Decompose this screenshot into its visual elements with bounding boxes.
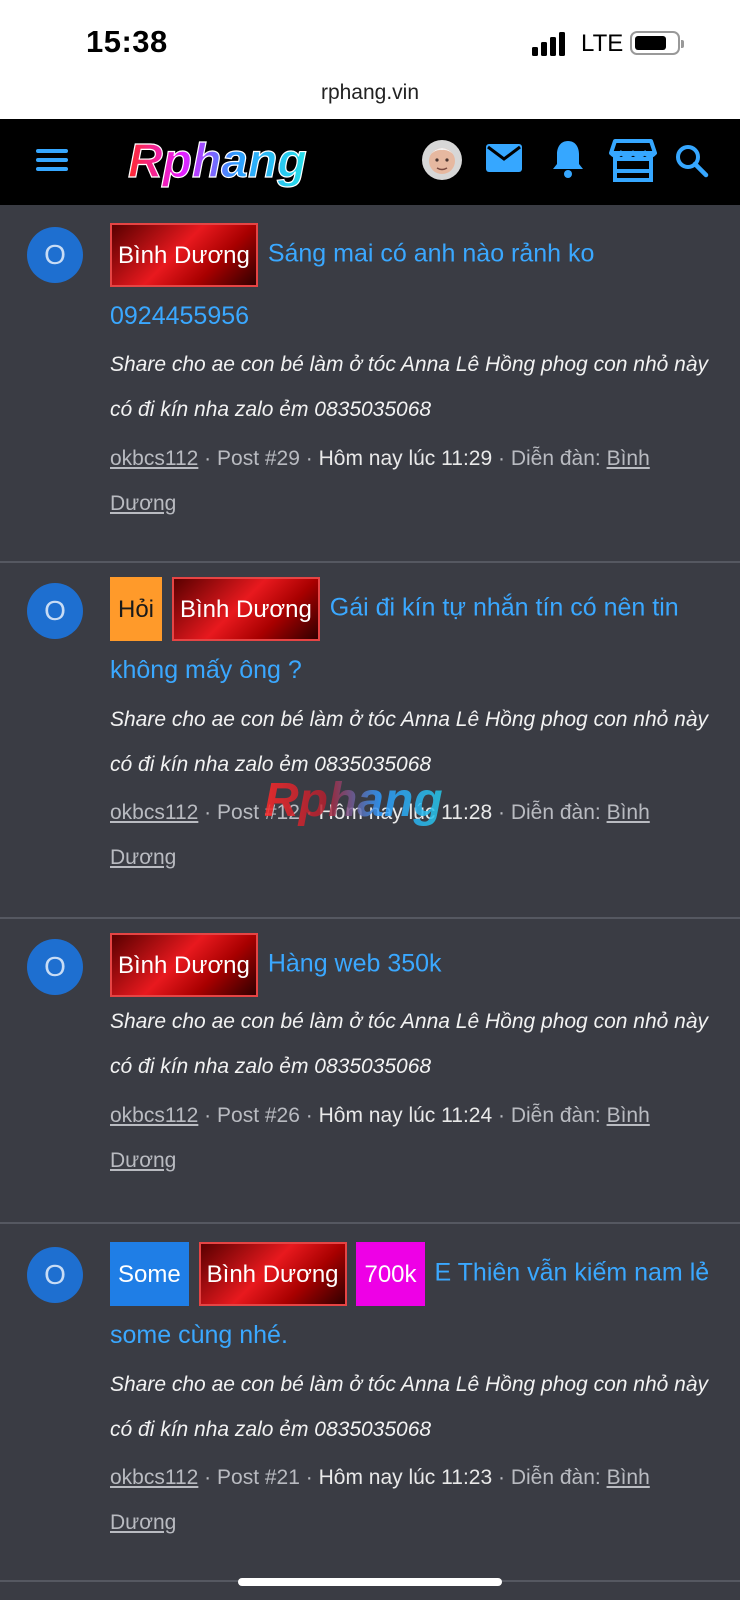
avatar-icon — [422, 140, 462, 180]
post-snippet: Share cho ae con bé làm ở tóc Anna Lê Hồ… — [110, 353, 708, 421]
post-item: O Bình Dương Sáng mai có anh nào rảnh ko… — [0, 205, 740, 563]
forum-label: Diễn đàn: — [510, 1104, 601, 1127]
post-time: Hôm nay lúc 11:29 — [318, 447, 493, 470]
post-title: Bình Dương Hàng web 350k — [110, 933, 720, 997]
signal-icon — [532, 30, 572, 56]
forum-label: Diễn đàn: — [510, 1466, 601, 1489]
forum-label: Diễn đàn: — [510, 447, 601, 470]
post-item: O Hỏi Bình Dương Gái đi kín tự nhắn tín … — [0, 565, 740, 919]
post-snippet: Share cho ae con bé làm ở tóc Anna Lê Hồ… — [110, 1373, 708, 1441]
url-text: rphang.vin — [320, 81, 420, 104]
post-number[interactable]: Post #29 — [217, 447, 300, 470]
post-item: O Bình Dương Hàng web 350k Share cho ae … — [0, 921, 740, 1224]
tag-region[interactable]: Bình Dương — [110, 223, 258, 287]
site-header: Rphang — [0, 119, 740, 205]
tag-region[interactable]: Bình Dương — [110, 933, 258, 997]
post-number[interactable]: Post #26 — [217, 1104, 300, 1127]
search-icon[interactable] — [675, 144, 709, 183]
status-time: 15:38 — [86, 24, 168, 59]
post-title-link[interactable]: Hàng web 350k — [268, 950, 442, 978]
post-author-link[interactable]: okbcs112 — [110, 1466, 198, 1489]
post-title: Some Bình Dương 700k E Thiên vẫn kiếm na… — [110, 1242, 720, 1364]
status-bar: 15:38 LTE — [0, 0, 740, 76]
post-snippet: Share cho ae con bé làm ở tóc Anna Lê Hồ… — [110, 1010, 708, 1078]
url-bar[interactable]: rphang.vin — [0, 76, 740, 119]
forum-label: Diễn đàn: — [510, 801, 601, 824]
post-meta: okbcs112 · Post #21 · Hôm nay lúc 11:23 … — [110, 1466, 650, 1534]
post-author-link[interactable]: okbcs112 — [110, 1104, 198, 1127]
network-type: LTE — [581, 30, 624, 57]
home-indicator — [238, 1578, 502, 1586]
post-avatar[interactable]: O — [27, 939, 83, 995]
bell-icon[interactable] — [551, 139, 585, 184]
menu-icon[interactable] — [36, 147, 68, 173]
post-time: Hôm nay lúc 11:24 — [318, 1104, 493, 1127]
user-avatar[interactable] — [421, 139, 463, 181]
watermark-text: Rphang — [264, 774, 443, 827]
tag-price[interactable]: 700k — [356, 1242, 425, 1306]
post-avatar[interactable]: O — [27, 1247, 83, 1303]
battery-icon — [630, 31, 684, 55]
watermark-logo: Rphang — [264, 774, 443, 827]
post-time: Hôm nay lúc 11:23 — [318, 1466, 493, 1489]
tag-region[interactable]: Bình Dương — [198, 1242, 347, 1306]
post-author-link[interactable]: okbcs112 — [110, 447, 198, 470]
post-avatar[interactable]: O — [27, 583, 83, 639]
tag-question[interactable]: Hỏi — [110, 577, 163, 641]
post-title: Hỏi Bình Dương Gái đi kín tự nhắn tín có… — [110, 577, 720, 699]
post-title: Bình Dương Sáng mai có anh nào rảnh ko 0… — [110, 223, 720, 345]
tag-some[interactable]: Some — [110, 1242, 189, 1306]
post-author-link[interactable]: okbcs112 — [110, 801, 198, 824]
store-icon[interactable] — [609, 139, 657, 188]
post-number[interactable]: Post #21 — [217, 1466, 300, 1489]
site-logo[interactable]: Rphang — [124, 133, 352, 189]
mail-icon[interactable] — [485, 142, 523, 179]
post-avatar[interactable]: O — [27, 227, 83, 283]
logo-text: Rphang — [128, 135, 307, 188]
tag-region[interactable]: Bình Dương — [171, 577, 320, 641]
post-meta: okbcs112 · Post #29 · Hôm nay lúc 11:29 … — [110, 447, 650, 515]
post-item: O Some Bình Dương 700k E Thiên vẫn kiếm … — [0, 1226, 740, 1582]
post-meta: okbcs112 · Post #26 · Hôm nay lúc 11:24 … — [110, 1104, 650, 1172]
